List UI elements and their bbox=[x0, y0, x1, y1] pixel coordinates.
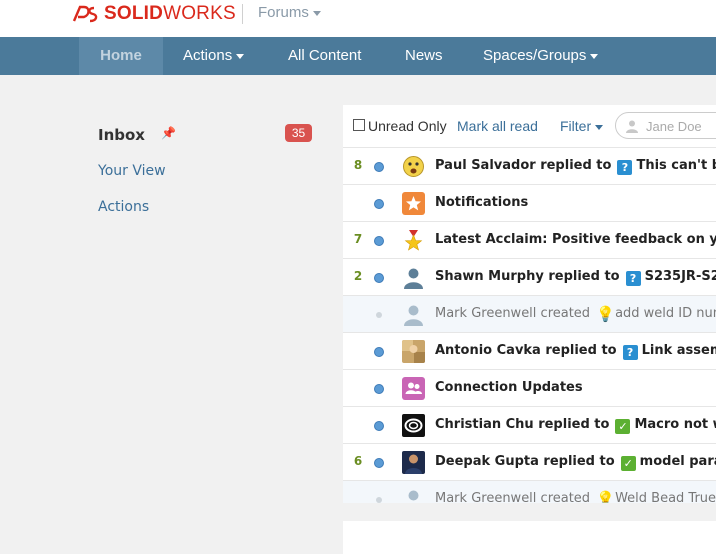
sidebar-item-actions[interactable]: Actions bbox=[98, 199, 149, 215]
logo-wordmark: SOLIDWORKS bbox=[104, 3, 236, 24]
filter-dropdown[interactable]: Filter bbox=[560, 118, 604, 134]
unread-only-label[interactable]: Unread Only bbox=[368, 118, 447, 134]
inbox-count-badge: 35 bbox=[285, 124, 312, 142]
activity-row[interactable]: Mark Greenwell created 💡add weld ID num bbox=[343, 295, 716, 332]
activity-row[interactable]: 7 Latest Acclaim: Positive feedback on y… bbox=[343, 221, 716, 258]
nav-actions[interactable]: Actions bbox=[183, 37, 245, 75]
pin-icon[interactable]: 📌 bbox=[161, 126, 176, 140]
activity-text: Deepak Gupta replied to✓model param bbox=[435, 454, 716, 471]
activity-text: Shawn Murphy replied to? S235JR-S2 bbox=[435, 269, 716, 286]
idea-icon: 💡 bbox=[596, 490, 615, 504]
nav-all-content[interactable]: All Content bbox=[288, 37, 361, 75]
ds-logo-icon bbox=[72, 5, 98, 23]
main-nav: Home Actions All Content News Spaces/Gro… bbox=[0, 37, 716, 75]
sidebar-item-inbox[interactable]: Inbox bbox=[98, 126, 145, 144]
unread-only-checkbox[interactable] bbox=[353, 119, 365, 131]
chevron-down-icon bbox=[312, 10, 321, 16]
avatar[interactable] bbox=[402, 488, 425, 503]
avatar[interactable] bbox=[402, 414, 425, 437]
avatar[interactable] bbox=[402, 451, 425, 474]
user-filter-field[interactable] bbox=[615, 112, 716, 139]
unread-dot-icon[interactable] bbox=[374, 236, 384, 246]
inbox-panel: Unread Only Mark all read Filter 8 Paul … bbox=[343, 105, 716, 503]
activity-text: Connection Updates bbox=[435, 380, 583, 395]
solidworks-logo[interactable]: SOLIDWORKS bbox=[72, 2, 236, 26]
activity-row[interactable]: 8 Paul Salvador replied to?This can't be bbox=[343, 147, 716, 184]
nav-spaces-groups[interactable]: Spaces/Groups bbox=[483, 37, 599, 75]
question-icon: ? bbox=[622, 345, 638, 360]
activity-row[interactable]: Notifications bbox=[343, 184, 716, 221]
avatar[interactable] bbox=[402, 266, 425, 289]
chevron-down-icon bbox=[590, 53, 599, 59]
activity-text: Mark Greenwell created 💡Weld Bead True bbox=[435, 491, 716, 503]
activity-row[interactable]: Mark Greenwell created 💡Weld Bead True bbox=[343, 480, 716, 503]
unread-dot-icon[interactable] bbox=[374, 384, 384, 394]
activity-row[interactable]: 2 Shawn Murphy replied to? S235JR-S2 bbox=[343, 258, 716, 295]
notifications-icon[interactable] bbox=[402, 192, 425, 215]
check-icon: ✓ bbox=[615, 419, 631, 434]
nav-home[interactable]: Home bbox=[79, 37, 163, 75]
secondary-panel bbox=[343, 521, 716, 554]
avatar[interactable] bbox=[402, 155, 425, 178]
unread-dot-icon[interactable] bbox=[374, 347, 384, 357]
header-divider bbox=[242, 4, 243, 24]
chevron-down-icon bbox=[595, 124, 604, 130]
activity-text: Paul Salvador replied to?This can't be bbox=[435, 158, 716, 175]
activity-text: Notifications bbox=[435, 195, 529, 210]
unread-dot-icon[interactable] bbox=[374, 199, 384, 209]
avatar[interactable] bbox=[402, 303, 425, 326]
activity-text: Christian Chu replied to ✓ Macro not w bbox=[435, 417, 716, 434]
acclaim-icon[interactable] bbox=[402, 229, 425, 252]
read-dot-icon[interactable] bbox=[376, 312, 382, 318]
user-icon bbox=[626, 120, 638, 133]
unread-dot-icon[interactable] bbox=[374, 162, 384, 172]
check-icon: ✓ bbox=[620, 456, 636, 471]
sidebar-item-your-view[interactable]: Your View bbox=[98, 163, 166, 179]
idea-icon: 💡 bbox=[596, 305, 615, 323]
question-icon: ? bbox=[617, 160, 633, 175]
nav-news[interactable]: News bbox=[405, 37, 443, 75]
activity-row[interactable]: Connection Updates bbox=[343, 369, 716, 406]
user-filter-input[interactable] bbox=[646, 117, 716, 135]
unread-count: 8 bbox=[353, 158, 363, 172]
activity-row[interactable]: 6 Deepak Gupta replied to✓model param bbox=[343, 443, 716, 480]
activity-text: Mark Greenwell created 💡add weld ID num bbox=[435, 305, 716, 323]
chevron-down-icon bbox=[236, 53, 245, 59]
unread-count: 6 bbox=[353, 454, 363, 468]
unread-count: 2 bbox=[353, 269, 363, 283]
inbox-toolbar: Unread Only Mark all read Filter bbox=[343, 105, 716, 147]
activity-text: Antonio Cavka replied to?Link assemb bbox=[435, 343, 716, 360]
avatar[interactable] bbox=[402, 340, 425, 363]
forums-dropdown[interactable]: Forums bbox=[258, 4, 321, 21]
activity-row[interactable]: Christian Chu replied to ✓ Macro not w bbox=[343, 406, 716, 443]
top-header: SOLIDWORKS Forums bbox=[0, 0, 716, 37]
connections-icon[interactable] bbox=[402, 377, 425, 400]
unread-dot-icon[interactable] bbox=[374, 458, 384, 468]
activity-row[interactable]: Antonio Cavka replied to?Link assemb bbox=[343, 332, 716, 369]
unread-dot-icon[interactable] bbox=[374, 273, 384, 283]
mark-all-read-link[interactable]: Mark all read bbox=[457, 118, 538, 134]
read-dot-icon[interactable] bbox=[376, 497, 382, 503]
unread-count: 7 bbox=[353, 232, 363, 246]
unread-dot-icon[interactable] bbox=[374, 421, 384, 431]
activity-text: Latest Acclaim: Positive feedback on yo bbox=[435, 232, 716, 247]
question-icon: ? bbox=[625, 271, 641, 286]
